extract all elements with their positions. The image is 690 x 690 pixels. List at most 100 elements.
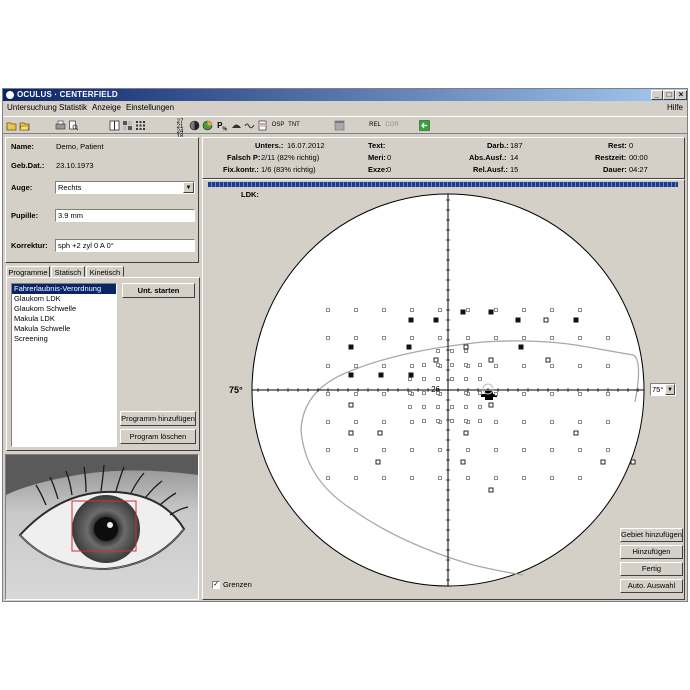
stimulus-point-seen: [410, 420, 414, 424]
menu-bar: Untersuchung Statistik Anzeige Einstellu…: [3, 102, 687, 114]
stimulus-point-seen: [354, 336, 358, 340]
program-list-item[interactable]: Makula Schwelle: [12, 324, 116, 334]
stimulus-point-seen: [382, 336, 386, 340]
rel-button[interactable]: REL: [368, 120, 382, 131]
stimulus-point-seen: [422, 391, 426, 395]
stimulus-point-relative: [460, 459, 466, 465]
unters-label: Unters.:: [255, 141, 284, 150]
stimulus-point-seen: [326, 336, 330, 340]
menu-anzeige[interactable]: Anzeige: [92, 102, 121, 114]
stimulus-point-seen: [550, 448, 554, 452]
chevron-down-icon[interactable]: ▼: [183, 182, 194, 193]
curve-icon[interactable]: [244, 120, 255, 131]
name-value: Demo, Patient: [56, 142, 104, 151]
correction-label: Korrektur:: [11, 241, 48, 250]
grenzen-checkbox[interactable]: ✓: [212, 581, 220, 589]
menu-hilfe[interactable]: Hilfe: [667, 102, 683, 114]
program-list-item[interactable]: Fahrerlaubnis-Verordnung: [12, 284, 116, 294]
pupil-field[interactable]: 3.9 mm: [55, 209, 195, 222]
program-list-item[interactable]: Glaukom LDK: [12, 294, 116, 304]
stimulus-point-relative: [545, 357, 551, 363]
hill-of-vision-icon[interactable]: [231, 120, 242, 131]
stimulus-point-seen: [522, 392, 526, 396]
stimulus-point-seen: [408, 405, 412, 409]
add-button[interactable]: Hinzufügen: [620, 545, 683, 559]
stimulus-point-relative: [600, 459, 606, 465]
print-preview-icon[interactable]: [68, 120, 79, 131]
name-label: Name:: [11, 142, 34, 151]
stimulus-point-seen: [550, 364, 554, 368]
stimulus-point-seen: [436, 363, 440, 367]
stimulus-point-seen: [550, 392, 554, 396]
program-list[interactable]: Fahrerlaubnis-Verordnung Glaukom LDK Glauk…: [11, 283, 117, 447]
stimulus-point-missed: [433, 317, 439, 323]
color-map-icon[interactable]: [202, 120, 213, 131]
falsch-label: Falsch P:: [227, 153, 261, 162]
stimulus-point-relative: [488, 402, 494, 408]
visual-field-plot[interactable]: 26: [203, 180, 686, 601]
auto-select-button[interactable]: Auto. Auswahl: [620, 579, 683, 593]
stimulus-point-seen: [578, 364, 582, 368]
numeric-display-icon[interactable]: 27 21 24 18: [173, 119, 187, 140]
add-program-button[interactable]: Programm hinzufügen: [120, 411, 196, 426]
stimulus-point-missed: [406, 344, 412, 350]
stimulus-point-seen: [382, 448, 386, 452]
stimulus-point-seen: [410, 364, 414, 368]
fix-value: 1/6 (83% richtig): [261, 165, 316, 174]
stimulus-point-seen: [422, 363, 426, 367]
report-icon[interactable]: [257, 120, 268, 131]
close-button[interactable]: ×: [675, 90, 687, 100]
maximize-button[interactable]: □: [663, 90, 675, 100]
dot-matrix-icon[interactable]: [135, 120, 146, 131]
disabled-window-icon[interactable]: [334, 120, 345, 131]
angle-select[interactable]: 75° ▼: [650, 383, 676, 396]
osp-button[interactable]: OSP: [271, 120, 285, 131]
gray-scale-icon[interactable]: [189, 120, 200, 131]
exze-label: Exze:: [368, 165, 388, 174]
new-folder-icon[interactable]: [6, 120, 17, 131]
stimulus-point-missed: [460, 309, 466, 315]
angle-chevron-down-icon[interactable]: ▼: [665, 384, 675, 395]
add-area-button[interactable]: Gebiet hinzufügen: [620, 528, 683, 542]
tab-statisch[interactable]: Statisch: [51, 266, 85, 277]
open-folder-icon[interactable]: [19, 120, 30, 131]
menu-statistik[interactable]: Statistik: [59, 102, 87, 114]
stimulus-point-missed: [408, 317, 414, 323]
program-list-item[interactable]: Makula LDK: [12, 314, 116, 324]
delete-program-button[interactable]: Program löschen: [120, 429, 196, 444]
fix-label: Fix.kontr.:: [223, 165, 259, 174]
start-exam-button[interactable]: Unt. starten: [122, 283, 195, 298]
print-icon[interactable]: [55, 120, 66, 131]
done-button[interactable]: Fertig: [620, 562, 683, 576]
cor-button[interactable]: COR: [385, 120, 399, 131]
stimulus-point-seen: [382, 420, 386, 424]
program-list-item[interactable]: Glaukom Schwelle: [12, 304, 116, 314]
stimulus-point-seen: [464, 391, 468, 395]
stimulus-point-seen: [382, 392, 386, 396]
grid-pattern-icon[interactable]: [122, 120, 133, 131]
minimize-button[interactable]: _: [651, 90, 663, 100]
stimulus-point-seen: [578, 448, 582, 452]
stimulus-point-relative: [488, 487, 494, 493]
menu-untersuchung[interactable]: Untersuchung: [7, 102, 57, 114]
tab-kinetisch[interactable]: Kinetisch: [86, 266, 124, 277]
stimulus-point-seen: [436, 419, 440, 423]
stimulus-point-seen: [578, 420, 582, 424]
stimulus-point-seen: [436, 391, 440, 395]
split-view-icon[interactable]: [109, 120, 120, 131]
stimulus-point-missed: [488, 309, 494, 315]
rest-label: Rest:: [608, 141, 627, 150]
correction-field[interactable]: sph +2 zyl 0 A 0°: [55, 239, 195, 252]
stimulus-point-relative: [348, 430, 354, 436]
menu-einstellungen[interactable]: Einstellungen: [126, 102, 174, 114]
eye-select[interactable]: Rechts ▼: [55, 181, 195, 194]
tnt-button[interactable]: TNT: [287, 120, 301, 131]
pupil-label: Pupille:: [11, 211, 39, 220]
stimulus-point-seen: [464, 419, 468, 423]
stimulus-point-seen: [550, 476, 554, 480]
program-list-item[interactable]: Screening: [12, 334, 116, 344]
probability-button[interactable]: P%: [216, 120, 228, 133]
back-arrow-icon[interactable]: [419, 120, 430, 131]
stimulus-point-relative: [543, 317, 549, 323]
stimulus-point-relative: [348, 402, 354, 408]
